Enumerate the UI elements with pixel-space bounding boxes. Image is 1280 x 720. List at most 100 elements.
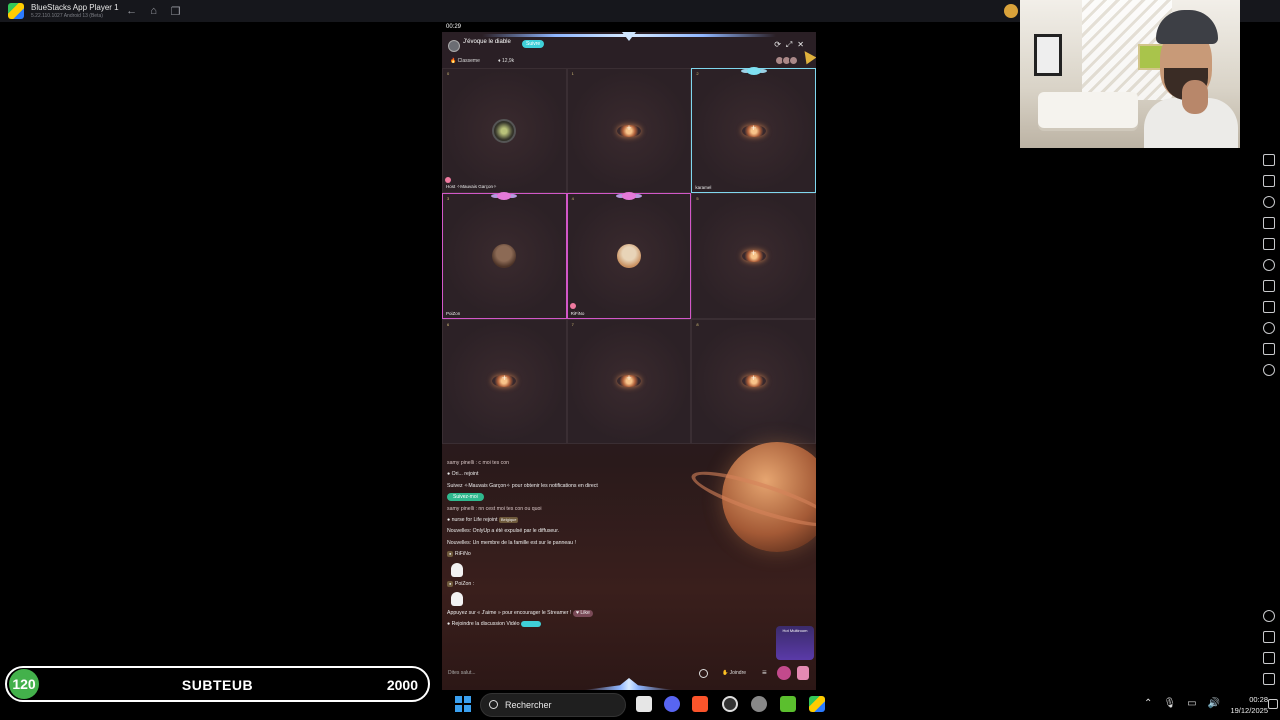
taskbar-search[interactable]: Rechercher — [480, 693, 626, 717]
home-icon[interactable]: ⌂ — [145, 2, 163, 20]
gift-icon[interactable] — [797, 666, 809, 680]
ranking-link[interactable]: 🔥 Classeme — [450, 58, 480, 64]
seat-avatar[interactable] — [492, 118, 517, 143]
sub-goal-bar: 120 SUBTEUB 2000 — [5, 666, 430, 702]
keymap-icon[interactable] — [1263, 154, 1275, 166]
obs-icon[interactable] — [722, 696, 738, 712]
seat-8[interactable]: 8 — [691, 318, 816, 444]
sidebar-recent-icon[interactable] — [1263, 673, 1275, 685]
notifications-icon[interactable] — [1268, 699, 1278, 709]
seat-4[interactable]: 4 RiFiNo — [566, 192, 692, 319]
goal-target: 2000 — [386, 677, 418, 693]
seat-7[interactable]: 7 — [566, 318, 692, 444]
level-badge: ● — [447, 551, 454, 558]
empty-seat-icon[interactable] — [492, 373, 517, 388]
seat-1[interactable]: 1 — [566, 68, 692, 194]
seat-number: 3 — [447, 196, 450, 202]
recent-apps-icon[interactable]: ❐ — [167, 2, 185, 20]
minecraft-icon[interactable] — [780, 696, 796, 712]
follow-me-button[interactable]: Suivez-moi — [447, 493, 484, 502]
join-video-button[interactable] — [521, 621, 541, 628]
empty-seat-icon[interactable] — [616, 373, 641, 388]
files-icon[interactable] — [1263, 280, 1275, 292]
taskbar-clock[interactable]: 00:28 19/12/2025 — [1230, 694, 1268, 716]
record-icon[interactable] — [1263, 217, 1275, 229]
viewer-avatars[interactable] — [775, 56, 798, 65]
brave-browser-icon[interactable] — [692, 696, 708, 712]
gamepad-icon[interactable] — [1263, 175, 1275, 187]
webcam-streamer — [1144, 6, 1238, 148]
heart-icon — [445, 177, 451, 184]
screen: BlueStacks App Player 1 5.22.110.1027 An… — [0, 0, 1280, 720]
seat-number: 0 — [447, 71, 450, 76]
notification-coin-icon[interactable] — [1004, 4, 1018, 18]
settings-gear-icon[interactable] — [751, 696, 767, 712]
seat-3[interactable]: 3 PoiZon — [442, 192, 567, 319]
sync-icon[interactable] — [1263, 364, 1275, 376]
bluestacks-taskbar-icon[interactable] — [809, 696, 825, 712]
follow-button[interactable]: Suivre — [522, 40, 545, 48]
chat-message: samy pinelli : c moi tes con — [447, 460, 509, 466]
chat-video-join: ● Rejoindre la discussion Vidéo — [447, 619, 677, 630]
multiroom-promo[interactable]: Hot Multiroom — [776, 626, 814, 660]
chat-news: Nouvelles: Un membre de la famille est s… — [447, 539, 576, 546]
clock-time: 00:28 — [1249, 695, 1268, 704]
chat-input[interactable]: Dites salut... — [448, 670, 476, 676]
microphone-icon[interactable]: 🎙 — [1163, 698, 1176, 709]
seat-number: 6 — [447, 321, 450, 327]
seat-number: 7 — [571, 321, 574, 327]
empty-seat-icon[interactable] — [741, 248, 766, 262]
country-tag: Belgique — [498, 517, 519, 524]
layers-icon[interactable] — [1263, 343, 1275, 355]
chat-user: RiFiNo — [454, 551, 471, 558]
empty-seat-icon[interactable] — [741, 123, 766, 137]
minimize-icon[interactable]: ⤢ — [786, 40, 792, 50]
webcam-feed — [1020, 0, 1240, 148]
system-tray: ⌃ 🎙 ▭ 🔊 — [1144, 698, 1220, 709]
display-icon[interactable]: ▭ — [1187, 698, 1196, 709]
chat-feed: samy pinelli : c moi tes con ● Ori... re… — [447, 458, 677, 631]
settings-icon[interactable] — [1263, 610, 1275, 622]
eco-icon[interactable] — [1263, 301, 1275, 313]
game-icon[interactable] — [777, 666, 791, 680]
airplane-icon[interactable] — [1263, 259, 1275, 271]
windows-start-icon[interactable] — [455, 696, 471, 712]
seat-0[interactable]: 0 Host ✧Mauvais Garçon✧ — [442, 68, 567, 194]
chat-join-notice: ● Ori... rejoint — [447, 471, 479, 478]
host-avatar[interactable] — [448, 40, 460, 52]
empty-seat-icon[interactable] — [741, 373, 766, 388]
media-icon[interactable] — [1263, 238, 1275, 250]
discord-icon[interactable] — [664, 696, 680, 712]
seat-crown-icon — [737, 67, 771, 75]
ghost-emoji-icon — [451, 562, 463, 577]
search-label: Rechercher — [505, 700, 552, 710]
close-icon[interactable]: ✕ — [797, 40, 804, 50]
seat-avatar[interactable] — [492, 243, 517, 268]
chevron-up-icon[interactable]: ⌃ — [1144, 698, 1152, 709]
screenshot-icon[interactable] — [1263, 196, 1275, 208]
seat-number: 4 — [571, 196, 574, 202]
sidebar-home-icon[interactable] — [1263, 652, 1275, 664]
join-button[interactable]: ✋ Joindre — [722, 670, 746, 676]
emoji-icon[interactable] — [699, 669, 708, 678]
back-icon[interactable]: ← — [123, 2, 141, 20]
menu-icon[interactable]: ≡ — [762, 668, 767, 677]
share-icon[interactable]: ⟳ — [774, 40, 781, 50]
like-button[interactable]: ♥ Like — [572, 610, 593, 618]
chat-message: samy pinelli : nn cest moi tes con ou qu… — [447, 505, 542, 512]
file-explorer-icon[interactable] — [636, 696, 652, 712]
empty-seat-icon[interactable] — [616, 123, 641, 137]
seat-6[interactable]: 6 — [442, 318, 567, 444]
bluestacks-logo-icon — [8, 3, 24, 19]
seat-5[interactable]: 5 — [691, 193, 816, 319]
room-header: J'évoque le diable Suivre 🔥 Classeme ♦ 1… — [448, 38, 808, 66]
seat-avatar[interactable] — [616, 243, 641, 268]
seat-2[interactable]: 2 karamel — [691, 67, 816, 194]
seat-crown-icon — [612, 192, 646, 201]
sidebar-back-icon[interactable] — [1263, 631, 1275, 643]
channel-name[interactable]: J'évoque le diable — [463, 39, 511, 45]
window-title-block: BlueStacks App Player 1 5.22.110.1027 An… — [31, 3, 119, 19]
chat-user: PoiZon : — [454, 580, 475, 587]
volume-icon[interactable]: 🔊 — [1208, 698, 1220, 709]
location-icon[interactable] — [1263, 322, 1275, 334]
